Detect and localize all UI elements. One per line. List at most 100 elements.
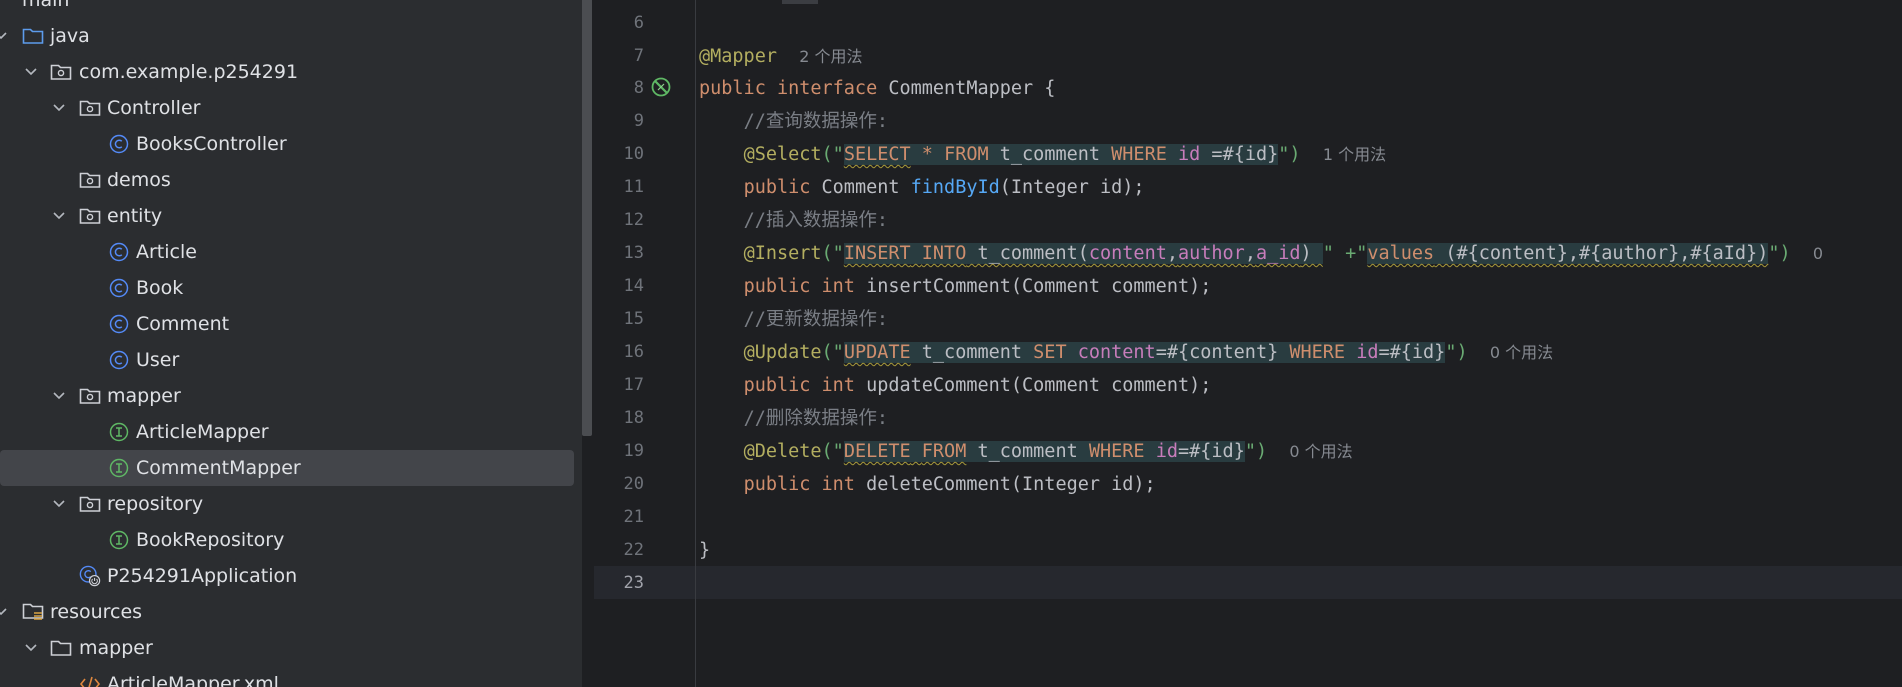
annotation: @Select	[743, 144, 822, 165]
project-tree-panel: main java com.example.p254291 Controller…	[0, 0, 582, 687]
tree-item-article[interactable]: Article	[0, 234, 575, 270]
chevron-down-icon[interactable]	[52, 497, 66, 511]
code-line-8: public interface CommentMapper {	[699, 72, 1055, 105]
line-number: 10	[623, 144, 644, 164]
usage-hint[interactable]: 0	[1813, 244, 1823, 263]
tree-item-mapper-package[interactable]: mapper	[0, 378, 575, 414]
tree-item-java[interactable]: java	[0, 18, 575, 54]
tree-item-articlemapper-xml[interactable]: ArticleMapper.xml	[0, 666, 575, 687]
annotation: @Update	[743, 342, 822, 363]
keyword: public	[743, 474, 811, 495]
sql-string: values (#{content},#{author},#{aId})	[1367, 243, 1769, 264]
tree-item-label: Comment	[136, 313, 230, 335]
string-quote: ("	[821, 441, 844, 462]
comment: //删除数据操作:	[743, 408, 888, 429]
sql-keyword: WHERE	[1111, 144, 1167, 165]
package-icon	[79, 385, 101, 407]
keyword: int	[810, 375, 867, 396]
line-number: 11	[623, 177, 644, 197]
code-editor[interactable]: 6 7 8 9 10 11 12 13 14 15 16 17 18 19 20…	[594, 0, 1902, 687]
tree-item-comment[interactable]: Comment	[0, 306, 575, 342]
sql-token: *	[910, 144, 945, 165]
tree-item-entity[interactable]: entity	[0, 198, 575, 234]
sql-column: a_id	[1255, 243, 1301, 264]
tree-item-repository[interactable]: repository	[0, 486, 575, 522]
chevron-down-icon[interactable]	[52, 101, 66, 115]
tree-item-label: CommentMapper	[136, 457, 301, 479]
tree-item-label: main	[22, 0, 70, 11]
code-line-9: //查询数据操作:	[699, 105, 888, 138]
tree-scrollbar[interactable]	[582, 0, 592, 436]
tree-item-bookrepository[interactable]: BookRepository	[0, 522, 575, 558]
sql-string: DELETE FROM t_comment WHERE id=#{id}	[843, 441, 1245, 462]
sql-token: =#{id}	[1378, 342, 1446, 363]
tree-item-package-root[interactable]: com.example.p254291	[0, 54, 575, 90]
tree-item-mapper-folder[interactable]: mapper	[0, 630, 575, 666]
tree-item-label: resources	[50, 601, 143, 623]
code-line-17: public int updateComment(Comment comment…	[699, 369, 1212, 402]
chevron-down-icon[interactable]	[0, 29, 8, 43]
method-name: insertComment	[866, 276, 1011, 297]
usage-hint[interactable]: 2 个用法	[799, 47, 862, 66]
sql-column: content	[1088, 243, 1167, 264]
tree-item-label: mapper	[107, 385, 181, 407]
chevron-down-icon[interactable]	[24, 641, 38, 655]
string-quote: ")	[1768, 243, 1791, 264]
chevron-down-icon[interactable]	[24, 65, 38, 79]
tree-item-label: Article	[136, 241, 197, 263]
code-line-10: @Select("SELECT * FROM t_comment WHERE i…	[699, 138, 1386, 171]
tree-item-label: demos	[107, 169, 171, 191]
tree-item-resources[interactable]: resources	[0, 594, 575, 630]
tree-item-label: entity	[107, 205, 163, 227]
sql-keyword: INSERT	[843, 243, 911, 264]
code-line-19: @Delete("DELETE FROM t_comment WHERE id=…	[699, 435, 1353, 468]
usage-hint[interactable]: 0 个用法	[1490, 343, 1553, 362]
line-number: 12	[623, 210, 644, 230]
line-number: 6	[633, 13, 644, 33]
code-line-13: @Insert("INSERT INTO t_comment(content,a…	[699, 237, 1823, 270]
class-icon	[108, 241, 130, 263]
tree-item-application[interactable]: P254291Application	[0, 558, 575, 594]
tree-item-main[interactable]: main	[0, 0, 575, 18]
interface-icon	[108, 529, 130, 551]
sql-keyword: DELETE	[843, 441, 911, 462]
sql-token: ,	[1166, 243, 1178, 264]
mybatis-implementation-icon[interactable]	[650, 76, 672, 98]
interface-icon	[108, 421, 130, 443]
tree-item-commentmapper[interactable]: CommentMapper	[0, 450, 574, 486]
resources-folder-icon	[22, 601, 44, 623]
code-line-12: //插入数据操作:	[699, 204, 888, 237]
sql-keyword: WHERE	[1088, 441, 1145, 462]
sql-token: )	[1300, 243, 1323, 264]
tree-item-label: P254291Application	[107, 565, 298, 587]
chevron-down-icon[interactable]	[52, 209, 66, 223]
tree-item-book[interactable]: Book	[0, 270, 575, 306]
annotation: @Insert	[743, 243, 822, 264]
chevron-down-icon[interactable]	[0, 605, 8, 619]
sql-column: id	[1155, 441, 1178, 462]
tree-item-articlemapper[interactable]: ArticleMapper	[0, 414, 575, 450]
chevron-down-icon[interactable]	[52, 389, 66, 403]
sql-token: ,	[1244, 243, 1256, 264]
sql-string: INSERT INTO t_comment(content,author,a_i…	[843, 243, 1323, 264]
tree-item-demos[interactable]: demos	[0, 162, 575, 198]
class-icon	[108, 277, 130, 299]
method-args: (Integer id);	[999, 177, 1145, 198]
method-name: deleteComment	[866, 474, 1011, 495]
keyword: public	[743, 276, 811, 297]
tree-item-user[interactable]: User	[0, 342, 575, 378]
usage-hint[interactable]: 1 个用法	[1323, 145, 1386, 164]
sql-string: SELECT * FROM t_comment WHERE id =#{id}	[843, 144, 1279, 165]
tree-item-controller[interactable]: Controller	[0, 90, 575, 126]
tree-item-bookscontroller[interactable]: BooksController	[0, 126, 575, 162]
usage-hint[interactable]: 0 个用法	[1289, 442, 1352, 461]
folder-icon	[0, 0, 18, 11]
string-quote: ")	[1278, 144, 1301, 165]
annotation: @Mapper	[699, 46, 777, 67]
string-quote: ")	[1445, 342, 1468, 363]
fold-marker	[782, 0, 818, 4]
